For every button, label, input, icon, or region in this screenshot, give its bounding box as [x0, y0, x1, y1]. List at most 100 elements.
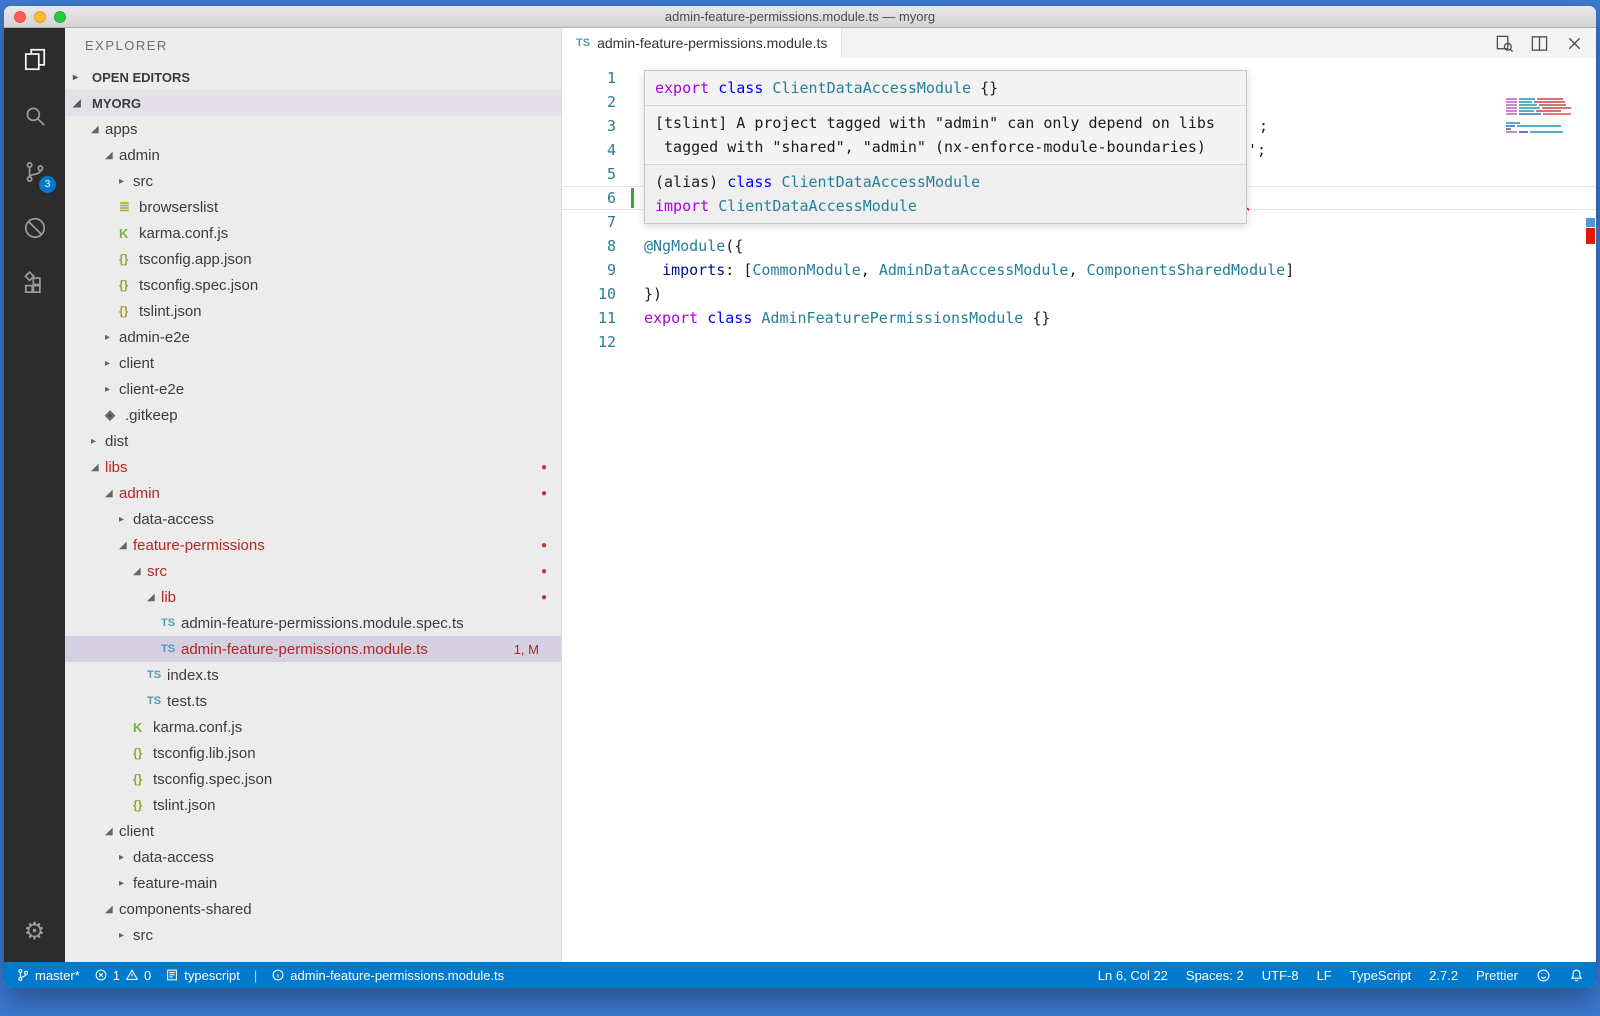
problems-status[interactable]: 1 0 — [94, 968, 151, 983]
tree-item-src[interactable]: ▸src — [65, 922, 561, 948]
line-number: 5 — [562, 162, 616, 186]
tree-item-karma-conf-js[interactable]: Kkarma.conf.js — [65, 220, 561, 246]
language-mode[interactable]: TypeScript — [1350, 968, 1411, 983]
extensions-icon[interactable] — [4, 256, 65, 312]
tree-item-data-access[interactable]: ▸data-access — [65, 844, 561, 870]
close-editor-icon[interactable] — [1565, 34, 1584, 53]
json-file-icon: {} — [133, 798, 153, 812]
cursor-position[interactable]: Ln 6, Col 22 — [1098, 968, 1168, 983]
minimize-window-button[interactable] — [34, 11, 46, 23]
chevron-down-icon: ◢ — [105, 488, 119, 499]
minimap[interactable] — [1506, 98, 1578, 134]
code-token — [709, 197, 718, 215]
tree-item-admin-e2e[interactable]: ▸admin-e2e — [65, 324, 561, 350]
tree-item-browserslist[interactable]: ≣browserslist — [65, 194, 561, 220]
tree-item-data-access[interactable]: ▸data-access — [65, 506, 561, 532]
chevron-down-icon: ◢ — [105, 150, 119, 161]
hover-alias-line: import ClientDataAccessModule — [655, 194, 1236, 218]
debug-icon[interactable] — [4, 200, 65, 256]
tree-item-tsconfig-app-json[interactable]: {}tsconfig.app.json — [65, 246, 561, 272]
code-token: imports — [662, 261, 725, 279]
tree-item-test-ts[interactable]: TStest.ts — [65, 688, 561, 714]
zoom-window-button[interactable] — [54, 11, 66, 23]
tree-item-admin-feature-permissions-module-ts[interactable]: TSadmin-feature-permissions.module.ts1, … — [65, 636, 561, 662]
split-editor-icon[interactable] — [1530, 34, 1549, 53]
workspace-root-section[interactable]: ◢ MYORG — [65, 90, 561, 116]
code-token: , — [861, 261, 879, 279]
settings-gear-icon[interactable]: ⚙ — [24, 917, 46, 946]
code-line-11[interactable]: 11export class AdminFeaturePermissionsMo… — [562, 306, 1596, 330]
tree-item-karma-conf-js[interactable]: Kkarma.conf.js — [65, 714, 561, 740]
source-control-icon[interactable]: 3 — [4, 144, 65, 200]
window-title: admin-feature-permissions.module.ts — my… — [665, 9, 935, 24]
tree-item-dist[interactable]: ▸dist — [65, 428, 561, 454]
tree-item-admin-feature-permissions-module-spec-ts[interactable]: TSadmin-feature-permissions.module.spec.… — [65, 610, 561, 636]
tree-item-apps[interactable]: ◢apps — [65, 116, 561, 142]
tree-item-feature-main[interactable]: ▸feature-main — [65, 870, 561, 896]
tree-item-label: index.ts — [167, 667, 219, 684]
tree-item-src[interactable]: ◢src● — [65, 558, 561, 584]
encoding-setting[interactable]: UTF-8 — [1262, 968, 1299, 983]
notifications-bell-icon[interactable] — [1569, 968, 1584, 983]
chevron-right-icon: ▸ — [105, 332, 119, 343]
search-icon[interactable] — [4, 88, 65, 144]
code-token: class — [718, 79, 763, 97]
typescript-version[interactable]: 2.7.2 — [1429, 968, 1458, 983]
tree-item-index-ts[interactable]: TSindex.ts — [65, 662, 561, 688]
code-token: AdminFeaturePermissionsModule — [761, 309, 1023, 327]
line-number: 7 — [562, 210, 616, 234]
obscured-code-fragment: ; — [1259, 114, 1268, 138]
code-token: class — [727, 173, 772, 191]
chevron-right-icon: ▸ — [119, 852, 133, 863]
code-line-8[interactable]: 8@NgModule({ — [562, 234, 1596, 258]
tree-item-tslint-json[interactable]: {}tslint.json — [65, 298, 561, 324]
tree-item-admin[interactable]: ◢admin● — [65, 480, 561, 506]
close-window-button[interactable] — [14, 11, 26, 23]
tree-item-client[interactable]: ▸client — [65, 350, 561, 376]
tree-item-tsconfig-spec-json[interactable]: {}tsconfig.spec.json — [65, 272, 561, 298]
tree-item-client-e2e[interactable]: ▸client-e2e — [65, 376, 561, 402]
chevron-down-icon: ◢ — [147, 592, 161, 603]
tree-item-libs[interactable]: ◢libs● — [65, 454, 561, 480]
tree-item-tslint-json[interactable]: {}tslint.json — [65, 792, 561, 818]
indentation-setting[interactable]: Spaces: 2 — [1186, 968, 1244, 983]
tree-item-label: admin — [119, 485, 160, 502]
code-line-10[interactable]: 10}) — [562, 282, 1596, 306]
tree-item-label: src — [133, 927, 153, 944]
formatter-status[interactable]: Prettier — [1476, 968, 1518, 983]
file-tree: ◢apps◢admin▸src≣browserslistKkarma.conf.… — [65, 116, 561, 962]
branch-icon — [16, 968, 30, 982]
explorer-title: EXPLORER — [65, 28, 561, 64]
hover-alias-block: (alias) class ClientDataAccessModuleimpo… — [645, 164, 1246, 223]
linter-status[interactable]: typescript — [165, 968, 240, 983]
tree-item-components-shared[interactable]: ◢components-shared — [65, 896, 561, 922]
problem-file-status[interactable]: admin-feature-permissions.module.ts — [271, 968, 504, 983]
modified-dot-badge: ● — [541, 592, 547, 603]
tree-item-src[interactable]: ▸src — [65, 168, 561, 194]
tree-item-admin[interactable]: ◢admin — [65, 142, 561, 168]
git-branch-status[interactable]: master* — [16, 968, 80, 983]
eol-setting[interactable]: LF — [1317, 968, 1332, 983]
tree-item-label: feature-permissions — [133, 537, 265, 554]
tree-item-lib[interactable]: ◢lib● — [65, 584, 561, 610]
overview-ruler — [1584, 88, 1596, 962]
explorer-icon[interactable] — [4, 32, 65, 88]
tree-item-tsconfig-lib-json[interactable]: {}tsconfig.lib.json — [65, 740, 561, 766]
tab-bar: TS admin-feature-permissions.module.ts — [562, 28, 1596, 58]
code-line-12[interactable]: 12 — [562, 330, 1596, 354]
tree-item-client[interactable]: ◢client — [65, 818, 561, 844]
line-number: 8 — [562, 234, 616, 258]
tree-item-tsconfig-spec-json[interactable]: {}tsconfig.spec.json — [65, 766, 561, 792]
feedback-smiley-icon[interactable] — [1536, 968, 1551, 983]
code-token: ({ — [725, 237, 743, 255]
tree-item-feature-permissions[interactable]: ◢feature-permissions● — [65, 532, 561, 558]
code-token: {} — [971, 79, 998, 97]
open-changes-icon[interactable] — [1495, 34, 1514, 53]
code-area[interactable]: export class ClientDataAccessModule {} [… — [562, 58, 1596, 962]
code-line-9[interactable]: 9 imports: [CommonModule, AdminDataAcces… — [562, 258, 1596, 282]
modified-dot-badge: ● — [541, 540, 547, 551]
open-editors-section[interactable]: ▸ OPEN EDITORS — [65, 64, 561, 90]
tree-item-label: test.ts — [167, 693, 207, 710]
tab-admin-feature-permissions-module-ts[interactable]: TS admin-feature-permissions.module.ts — [562, 28, 842, 58]
tree-item--gitkeep[interactable]: ◈.gitkeep — [65, 402, 561, 428]
